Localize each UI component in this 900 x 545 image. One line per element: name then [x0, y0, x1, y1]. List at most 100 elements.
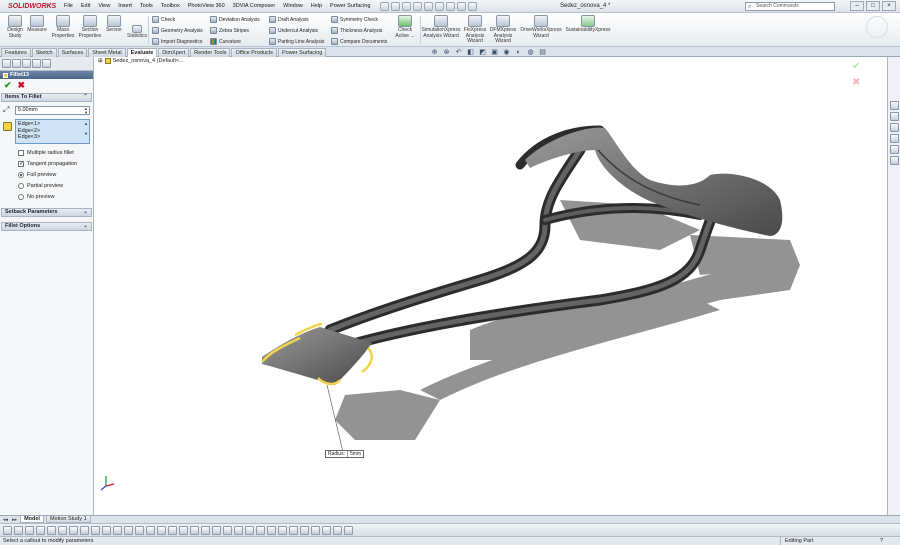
tool-icon[interactable] — [36, 525, 45, 535]
tool-icon[interactable] — [3, 525, 12, 535]
fillet-options-section[interactable]: Fillet Options ⌄ — [1, 222, 92, 231]
previous-view-icon[interactable]: ↶ — [454, 49, 463, 57]
tool-icon[interactable] — [300, 525, 309, 535]
radius-callout[interactable]: Radius: 5mm — [325, 450, 365, 458]
undo-icon[interactable] — [435, 1, 445, 11]
configuration-manager-tab-icon[interactable] — [22, 59, 31, 68]
tool-icon[interactable] — [168, 525, 177, 535]
search-input[interactable]: ⌕ Search Commands — [745, 2, 835, 11]
tool-icon[interactable] — [135, 525, 144, 535]
display-manager-tab-icon[interactable] — [42, 59, 51, 68]
menu-tools[interactable]: Tools — [136, 0, 157, 13]
tool-icon[interactable] — [311, 525, 320, 535]
options-icon[interactable] — [468, 1, 478, 11]
full-preview-radio[interactable]: Full preview — [18, 171, 93, 179]
tab-sketch[interactable]: Sketch — [31, 48, 57, 57]
edges-scrollbar[interactable]: ▲ ▼ — [84, 121, 88, 143]
undercut-analysis-button[interactable]: Undercut Analysis — [269, 26, 318, 35]
confirm-ok-icon[interactable]: ✔ — [852, 62, 860, 72]
zebra-stripes-button[interactable]: Zebra Stripes — [210, 26, 249, 35]
tab-surfaces[interactable]: Surfaces — [57, 48, 88, 57]
check-active-button[interactable]: Check Active ... — [391, 15, 419, 39]
tool-icon[interactable] — [47, 525, 56, 535]
tool-icon[interactable] — [69, 525, 78, 535]
tab-motion-study[interactable]: Motion Study 1 — [45, 516, 91, 523]
minimize-button[interactable]: – — [850, 1, 864, 11]
rebuild-icon[interactable] — [457, 1, 467, 11]
ok-button[interactable]: ✔ — [4, 81, 12, 90]
model-view[interactable] — [95, 57, 887, 515]
parting-line-analysis-button[interactable]: Parting Line Analysis — [269, 37, 324, 46]
dimxpert-manager-tab-icon[interactable] — [32, 59, 41, 68]
hide-show-items-icon[interactable]: ◉ — [502, 49, 511, 57]
property-manager-tab-icon[interactable] — [12, 59, 21, 68]
tool-icon[interactable] — [102, 525, 111, 535]
tab-office-products[interactable]: Office Products — [231, 48, 277, 57]
expand-icon[interactable]: ⊞ — [98, 58, 103, 64]
tool-icon[interactable] — [190, 525, 199, 535]
pin-icon[interactable] — [380, 1, 390, 11]
front-plate[interactable] — [262, 327, 372, 385]
tool-icon[interactable] — [157, 525, 166, 535]
simulationxpress-button[interactable]: SimulationXpress Analysis Wizard — [420, 15, 462, 39]
open-icon[interactable] — [402, 1, 412, 11]
tool-icon[interactable] — [223, 525, 232, 535]
compare-documents-button[interactable]: Compare Documents — [331, 37, 387, 46]
deviation-analysis-button[interactable]: Deviation Analysis — [210, 15, 260, 24]
menu-toolbox[interactable]: Toolbox — [157, 0, 184, 13]
zoom-area-icon[interactable]: ⊗ — [442, 49, 451, 57]
tool-icon[interactable] — [179, 525, 188, 535]
tool-icon[interactable] — [245, 525, 254, 535]
import-diagnostics-button[interactable]: Import Diagnostics — [152, 37, 202, 46]
menu-edit[interactable]: Edit — [77, 0, 94, 13]
feature-tree-tab-icon[interactable] — [2, 59, 11, 68]
tool-icon[interactable] — [91, 525, 100, 535]
list-item[interactable]: Edge<3> — [18, 134, 87, 141]
partial-preview-radio[interactable]: Partial preview — [18, 182, 93, 190]
tool-icon[interactable] — [322, 525, 331, 535]
setback-parameters-section[interactable]: Setback Parameters ⌄ — [1, 208, 92, 217]
section-view-icon[interactable]: ◧ — [466, 49, 475, 57]
solidworks-resources-icon[interactable] — [889, 101, 899, 110]
tool-icon[interactable] — [289, 525, 298, 535]
measure-button[interactable]: Measure — [24, 15, 50, 34]
tool-icon[interactable] — [58, 525, 67, 535]
mass-properties-button[interactable]: Mass Properties — [50, 15, 76, 39]
flyout-feature-tree[interactable]: ⊞ Sedez_osnova_4 (Default<... — [98, 58, 184, 64]
view-orientation-icon[interactable]: ◩ — [478, 49, 487, 57]
tool-icon[interactable] — [201, 525, 210, 535]
tool-icon[interactable] — [267, 525, 276, 535]
tool-icon[interactable] — [212, 525, 221, 535]
menu-insert[interactable]: Insert — [114, 0, 136, 13]
menu-power-surfacing[interactable]: Power Surfacing — [326, 0, 374, 13]
close-button[interactable]: × — [882, 1, 896, 11]
maximize-button[interactable]: □ — [866, 1, 880, 11]
tool-icon[interactable] — [113, 525, 122, 535]
draft-analysis-button[interactable]: Draft Analysis — [269, 15, 309, 24]
tool-icon[interactable] — [256, 525, 265, 535]
driveworksxpress-button[interactable]: DriveWorksXpress Wizard — [519, 15, 563, 39]
tab-dimxpert[interactable]: DimXpert — [158, 48, 190, 57]
curvature-button[interactable]: Curvature — [210, 37, 241, 46]
view-settings-icon[interactable]: ▤ — [538, 49, 547, 57]
print-icon[interactable] — [424, 1, 434, 11]
apply-scene-icon[interactable]: ◍ — [526, 49, 535, 57]
symmetry-check-button[interactable]: Symmetry Check — [331, 15, 378, 24]
menu-3dvia[interactable]: 3DVIA Composer — [229, 0, 280, 13]
confirm-cancel-icon[interactable]: ✖ — [852, 78, 860, 88]
tab-model[interactable]: Model — [20, 516, 44, 523]
custom-properties-icon[interactable] — [889, 156, 899, 165]
design-library-icon[interactable] — [889, 112, 899, 121]
tool-icon[interactable] — [344, 525, 353, 535]
select-icon[interactable] — [446, 1, 456, 11]
tab-sheet-metal[interactable]: Sheet Metal — [88, 48, 126, 57]
floxpress-button[interactable]: FloXpress Analysis Wizard — [462, 15, 488, 45]
tab-render-tools[interactable]: Render Tools — [190, 48, 231, 57]
statistics-button[interactable]: Statistics — [124, 25, 150, 40]
check-button[interactable]: Check — [152, 15, 175, 24]
menu-window[interactable]: Window — [279, 0, 307, 13]
tool-icon[interactable] — [278, 525, 287, 535]
section-properties-button[interactable]: Section Properties — [77, 15, 103, 39]
menu-help[interactable]: Help — [307, 0, 326, 13]
tangent-propagation-checkbox[interactable]: ✓ Tangent propagation — [18, 160, 93, 168]
